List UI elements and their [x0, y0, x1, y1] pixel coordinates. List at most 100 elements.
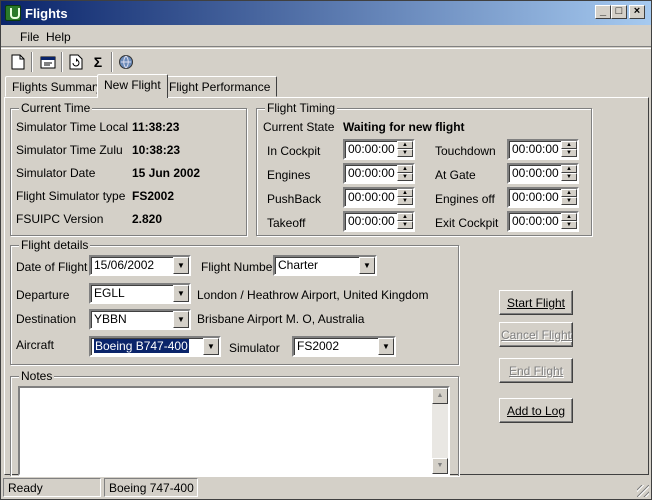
destination-combo[interactable]: YBBN ▼: [89, 309, 191, 330]
spin-down-icon[interactable]: ▼: [561, 221, 577, 229]
spin-up-icon[interactable]: ▲: [561, 141, 577, 149]
exit-cockpit-time-input[interactable]: 00:00:00 ▲ ▼: [507, 211, 579, 232]
departure-combo[interactable]: EGLL ▼: [89, 283, 191, 304]
scroll-up-icon[interactable]: ▲: [432, 388, 448, 404]
current-state-value: Waiting for new flight: [343, 120, 465, 134]
spin-up-icon[interactable]: ▲: [561, 189, 577, 197]
flights-window: Flights _ □ × File Help Σ Flights Summar…: [0, 0, 652, 500]
in-cockpit-time-input[interactable]: 00:00:00 ▲ ▼: [343, 139, 415, 160]
spin-down-icon[interactable]: ▼: [397, 221, 413, 229]
destination-label: Destination: [16, 312, 77, 326]
touchdown-label: Touchdown: [435, 144, 496, 158]
add-to-log-button[interactable]: Add to Log: [499, 398, 573, 423]
aircraft-label: Aircraft: [16, 338, 55, 352]
spin-up-icon[interactable]: ▲: [397, 189, 413, 197]
simulator-combo[interactable]: FS2002 ▼: [292, 336, 396, 357]
resize-grip-icon[interactable]: [637, 485, 649, 497]
in-cockpit-label: In Cockpit: [267, 144, 321, 158]
departure-label: Departure: [16, 288, 70, 302]
spin-down-icon[interactable]: ▼: [561, 173, 577, 181]
start-flight-button[interactable]: Start Flight: [499, 290, 573, 315]
refresh-button[interactable]: [65, 51, 87, 73]
spin-up-icon[interactable]: ▲: [561, 165, 577, 173]
date-of-flight-value: 15/06/2002: [94, 258, 155, 272]
takeoff-time-input[interactable]: 00:00:00 ▲ ▼: [343, 211, 415, 232]
maximize-icon: □: [615, 5, 623, 17]
in-cockpit-spinner[interactable]: ▲ ▼: [397, 141, 413, 158]
menu-bar: File Help: [1, 25, 651, 47]
spin-down-icon[interactable]: ▼: [561, 197, 577, 205]
totals-button[interactable]: Σ: [87, 51, 109, 73]
end-flight-button[interactable]: End Flight: [499, 358, 573, 383]
spin-down-icon[interactable]: ▼: [397, 149, 413, 157]
tab-flights-summary[interactable]: Flights Summary: [5, 76, 110, 97]
toolbar: Σ: [1, 48, 651, 74]
close-button[interactable]: ×: [629, 5, 645, 19]
new-button[interactable]: [7, 51, 29, 73]
menu-help[interactable]: Help: [46, 30, 71, 44]
menu-file[interactable]: File: [20, 30, 39, 44]
engines-off-time-value: 00:00:00: [512, 190, 559, 204]
minimize-icon: _: [599, 5, 607, 17]
flight-number-dropdown-icon[interactable]: ▼: [359, 257, 375, 274]
pushback-time-value: 00:00:00: [348, 190, 395, 204]
pushback-time-input[interactable]: 00:00:00 ▲ ▼: [343, 187, 415, 208]
engines-off-spinner[interactable]: ▲ ▼: [561, 189, 577, 206]
date-dropdown-icon[interactable]: ▼: [173, 257, 189, 274]
aircraft-combo[interactable]: Boeing B747-400 ▼: [89, 336, 221, 357]
destination-airport-name: Brisbane Airport M. O, Australia: [197, 312, 365, 326]
properties-button[interactable]: [37, 51, 59, 73]
spin-up-icon[interactable]: ▲: [397, 165, 413, 173]
engines-spinner[interactable]: ▲ ▼: [397, 165, 413, 182]
engines-off-label: Engines off: [435, 192, 495, 206]
date-of-flight-picker[interactable]: 15/06/2002 ▼: [89, 255, 191, 276]
engines-off-time-input[interactable]: 00:00:00 ▲ ▼: [507, 187, 579, 208]
flight-number-combo[interactable]: Charter ▼: [273, 255, 377, 276]
flight-details-group: Flight details Date of Flight 15/06/2002…: [10, 238, 459, 365]
notes-scrollbar[interactable]: ▲ ▼: [432, 388, 448, 474]
new-icon: [11, 54, 25, 70]
pushback-spinner[interactable]: ▲ ▼: [397, 189, 413, 206]
simulator-dropdown-icon[interactable]: ▼: [378, 338, 394, 355]
at-gate-label: At Gate: [435, 168, 476, 182]
globe-icon: [119, 55, 133, 69]
sigma-icon: Σ: [93, 54, 103, 70]
tab-new-flight[interactable]: New Flight: [97, 74, 168, 98]
spin-up-icon[interactable]: ▲: [397, 213, 413, 221]
engines-label: Engines: [267, 168, 311, 182]
touchdown-time-value: 00:00:00: [512, 142, 559, 156]
minimize-button[interactable]: _: [595, 5, 611, 19]
scroll-down-icon[interactable]: ▼: [432, 458, 448, 474]
maximize-button[interactable]: □: [611, 5, 627, 19]
sim-time-zulu-value: 10:38:23: [132, 143, 181, 157]
exit-cockpit-spinner[interactable]: ▲ ▼: [561, 213, 577, 230]
current-time-legend: Current Time: [19, 101, 93, 115]
takeoff-spinner[interactable]: ▲ ▼: [397, 213, 413, 230]
cancel-flight-button[interactable]: Cancel Flight: [499, 322, 573, 347]
status-aircraft: Boeing 747-400: [104, 478, 198, 497]
spin-up-icon[interactable]: ▲: [561, 213, 577, 221]
properties-icon: [40, 56, 56, 69]
at-gate-time-input[interactable]: 00:00:00 ▲ ▼: [507, 163, 579, 184]
touchdown-spinner[interactable]: ▲ ▼: [561, 141, 577, 158]
title-bar[interactable]: Flights _ □ ×: [1, 1, 651, 25]
tab-flight-performance[interactable]: Flight Performance: [162, 76, 278, 97]
at-gate-time-value: 00:00:00: [512, 166, 559, 180]
spin-up-icon[interactable]: ▲: [397, 141, 413, 149]
flight-number-value: Charter: [278, 258, 319, 272]
at-gate-spinner[interactable]: ▲ ▼: [561, 165, 577, 182]
toolbar-separator: [61, 52, 63, 72]
destination-dropdown-icon[interactable]: ▼: [173, 311, 189, 328]
spin-down-icon[interactable]: ▼: [397, 173, 413, 181]
touchdown-time-input[interactable]: 00:00:00 ▲ ▼: [507, 139, 579, 160]
spin-down-icon[interactable]: ▼: [561, 149, 577, 157]
notes-textarea[interactable]: ▲ ▼: [18, 386, 450, 476]
departure-dropdown-icon[interactable]: ▼: [173, 285, 189, 302]
sim-time-local-label: Simulator Time Local: [16, 120, 129, 134]
internet-button[interactable]: [115, 51, 137, 73]
aircraft-dropdown-icon[interactable]: ▼: [203, 338, 219, 355]
engines-time-input[interactable]: 00:00:00 ▲ ▼: [343, 163, 415, 184]
spin-down-icon[interactable]: ▼: [397, 197, 413, 205]
fsuipc-version-label: FSUIPC Version: [16, 212, 104, 226]
new-flight-panel: Current Time Simulator Time Local 11:38:…: [4, 97, 649, 476]
